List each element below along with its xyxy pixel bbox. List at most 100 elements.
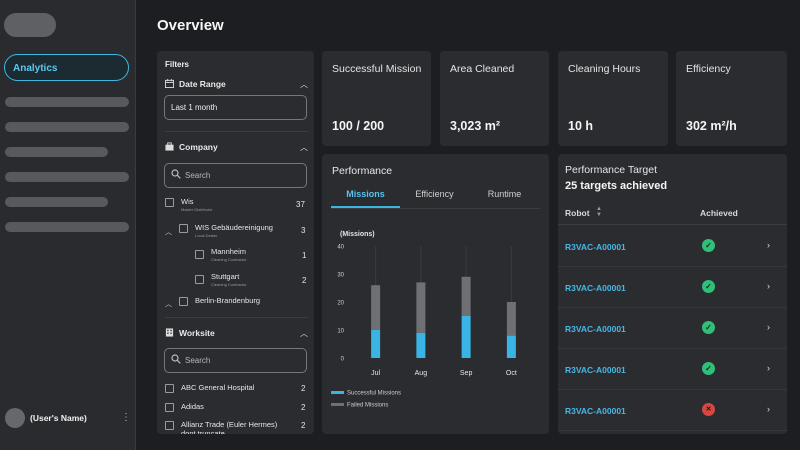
sidebar-item-placeholder[interactable] [5, 222, 129, 232]
chevron-up-icon[interactable]: ︿ [300, 142, 308, 153]
table-row[interactable]: R3VAC-A00001 ✓ › [558, 308, 787, 349]
check-circle-icon: ✓ [702, 362, 715, 375]
kpi-value: 302 m²/h [686, 119, 737, 133]
kpi-card-efficiency: Efficiency 302 m²/h [676, 51, 787, 146]
divider [165, 317, 308, 318]
company-item[interactable]: Stuttgart Cleaning Contractor 2 [195, 272, 308, 287]
company-search-input[interactable] [185, 171, 295, 180]
sidebar-item-placeholder[interactable] [5, 197, 108, 207]
company-count: 37 [296, 200, 305, 209]
kpi-value: 3,023 m² [450, 119, 501, 133]
checkbox[interactable] [179, 224, 188, 233]
chevron-up-icon[interactable]: ︿ [300, 79, 308, 90]
chevron-up-icon[interactable]: ︿ [300, 328, 308, 339]
bar-failed [461, 276, 471, 316]
worksite-item[interactable]: Allianz Trade (Euler Hermes) dont trunca… [165, 420, 308, 434]
table-row[interactable]: R3VAC-A00001 ✕ › [558, 390, 787, 431]
logo-placeholder[interactable] [4, 13, 56, 37]
kpi-card-area-cleaned: Area Cleaned 3,023 m² [440, 51, 549, 146]
table-row[interactable]: R3VAC-A00001 ✓ › [558, 349, 787, 390]
checkbox[interactable] [195, 275, 204, 284]
company-count: 3 [301, 226, 306, 235]
company-item[interactable]: Mannheim Cleaning Contractor 1 [195, 247, 308, 262]
briefcase-icon [165, 141, 177, 153]
legend-label: Failed Missions [347, 403, 388, 409]
legend-label: Successful Missions [347, 391, 401, 397]
kebab-icon[interactable]: ⋮ [121, 413, 131, 423]
sidebar-item-placeholder[interactable] [5, 147, 108, 157]
chevron-up-icon[interactable]: ︿ [165, 227, 172, 237]
y-axis-label: (Missions) [340, 231, 375, 238]
legend-swatch [331, 391, 344, 394]
sort-icon[interactable]: ▲ ▼ [596, 206, 602, 218]
chevron-right-icon[interactable]: › [767, 404, 770, 414]
chevron-right-icon[interactable]: › [767, 363, 770, 373]
calendar-icon [165, 78, 177, 90]
sidebar-item-placeholder[interactable] [5, 97, 129, 107]
checkbox[interactable] [195, 250, 204, 259]
kpi-value: 10 h [568, 119, 594, 133]
company-type: Cleaning Contractor [211, 257, 247, 262]
checkbox[interactable] [165, 403, 174, 412]
checkbox[interactable] [165, 421, 174, 430]
date-range-select[interactable]: Last 1 month [164, 95, 307, 120]
search-icon [171, 354, 185, 367]
checkbox[interactable] [179, 297, 188, 306]
company-count: 2 [302, 276, 307, 285]
chevron-right-icon[interactable]: › [767, 281, 770, 291]
chevron-right-icon[interactable]: › [767, 240, 770, 250]
page-title: Overview [157, 17, 224, 34]
column-header-robot[interactable]: Robot [565, 208, 590, 218]
company-name: Stuttgart [211, 272, 240, 281]
company-header[interactable]: Company ︿ [165, 140, 308, 154]
sidebar-item-placeholder[interactable] [5, 172, 129, 182]
worksite-item[interactable]: Adidas 2 [165, 402, 308, 412]
robot-id-link[interactable]: R3VAC-A00001 [565, 324, 626, 334]
company-type: Cleaning Contractor [211, 282, 247, 287]
filters-panel: Filters Date Range ︿ Last 1 month Compan… [157, 51, 314, 434]
check-circle-icon: ✓ [702, 280, 715, 293]
worksite-search[interactable] [164, 348, 307, 373]
legend-swatch [331, 403, 344, 406]
company-name: Berlin-Brandenburg [195, 296, 261, 305]
company-item[interactable]: Berlin-Brandenburg [179, 296, 308, 306]
sidebar-item-placeholder[interactable] [5, 122, 129, 132]
user-profile[interactable]: (User's Name) ⋮ [5, 407, 131, 429]
worksite-header[interactable]: Worksite ︿ [165, 326, 308, 340]
avatar[interactable] [5, 408, 25, 428]
company-count: 1 [302, 251, 307, 260]
bar-successful [416, 332, 426, 358]
check-circle-icon: ✓ [702, 239, 715, 252]
chevron-up-icon[interactable]: ︿ [165, 299, 172, 309]
robot-id-link[interactable]: R3VAC-A00001 [565, 365, 626, 375]
table-row[interactable]: R3VAC-A00001 ✓ › [558, 267, 787, 308]
worksite-item[interactable]: ABC General Hospital 2 [165, 383, 308, 393]
company-item[interactable]: WIS Gebäudereinigung Local Dealer 3 [179, 223, 308, 238]
y-tick-label: 10 [337, 329, 344, 335]
column-header-achieved: Achieved [700, 208, 738, 218]
kpi-value: 100 / 200 [332, 119, 385, 133]
chevron-right-icon[interactable]: › [767, 322, 770, 332]
worksite-count: 2 [301, 421, 306, 430]
worksite-search-input[interactable] [185, 356, 295, 365]
x-tick-label: Sep [460, 370, 473, 377]
target-title: Performance Target [565, 164, 658, 176]
sidebar-item-analytics[interactable]: Analytics [4, 54, 129, 81]
checkbox[interactable] [165, 384, 174, 393]
kpi-label: Efficiency [686, 63, 731, 75]
performance-target-card: Performance Target 25 targets achieved R… [558, 154, 787, 434]
checkbox[interactable] [165, 198, 174, 207]
company-item[interactable]: Wis Master Distributor 37 [165, 197, 308, 212]
date-range-label: Date Range [179, 79, 226, 89]
worksite-name: Allianz Trade (Euler Hermes) dont trunca… [181, 420, 278, 434]
worksite-name: ABC General Hospital [181, 383, 255, 392]
date-range-header[interactable]: Date Range ︿ [165, 77, 308, 91]
table-row[interactable]: R3VAC-A00001 ✓ › [558, 226, 787, 267]
x-tick-label: Aug [415, 370, 428, 377]
kpi-label: Area Cleaned [450, 63, 515, 75]
robot-id-link[interactable]: R3VAC-A00001 [565, 406, 626, 416]
robot-id-link[interactable]: R3VAC-A00001 [565, 283, 626, 293]
robot-id-link[interactable]: R3VAC-A00001 [565, 242, 626, 252]
company-search[interactable] [164, 163, 307, 188]
sidebar: Analytics (User's Name) ⋮ [0, 0, 136, 450]
